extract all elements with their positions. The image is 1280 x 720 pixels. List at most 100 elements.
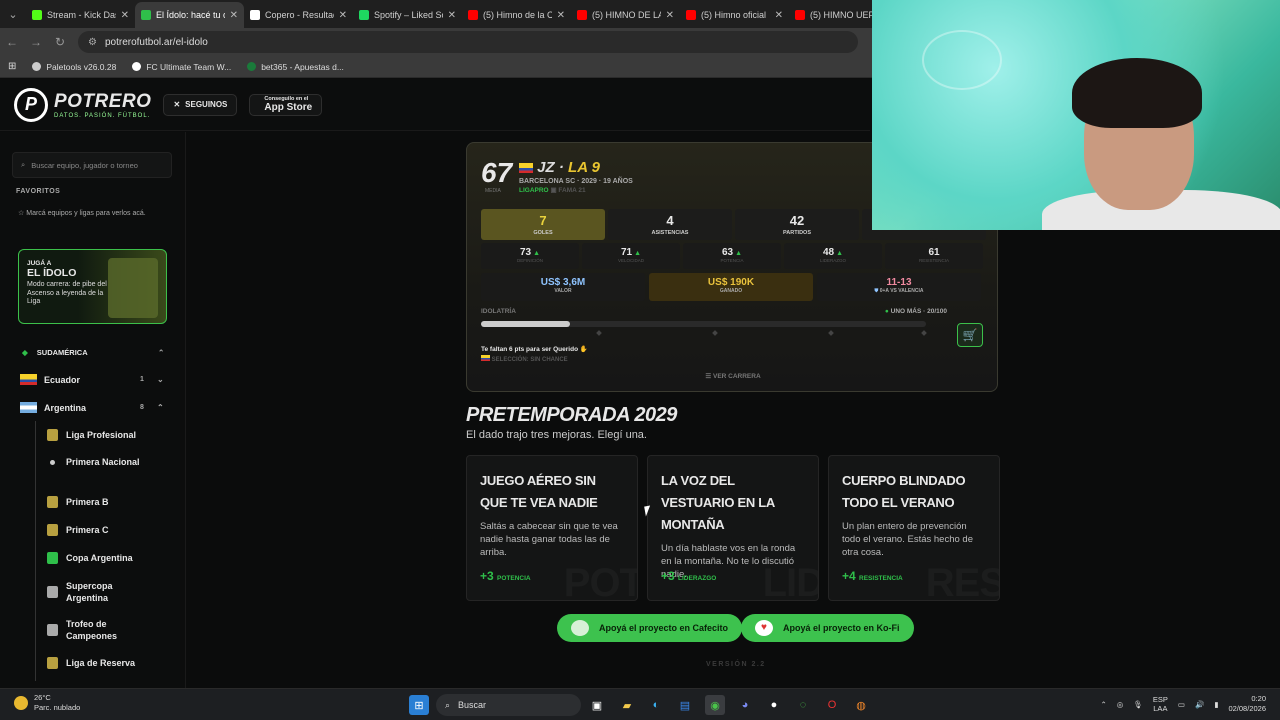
browser-tab[interactable]: (5) Himno de la C ✕ [462,2,571,28]
sidebar-league-item[interactable]: Supercopa Argentina [47,580,146,604]
app-store-button[interactable]: Conseguilo en el App Store [249,93,323,116]
browser-tab[interactable]: Copero - Resultad ✕ [244,2,353,28]
windows-start-icon[interactable]: ⊞ [409,695,429,715]
bonus-value: +4 [842,569,856,583]
country-ecuador[interactable]: Ecuador 1 ⌄ [20,374,164,385]
browser-tab[interactable]: (5) Himno oficial ✕ [680,2,789,28]
stat-box: 4 ASISTENCIAS [608,209,732,240]
reload-icon[interactable]: ↻ [48,35,72,49]
forward-icon[interactable]: → [24,35,48,49]
whatsapp-icon[interactable]: ◌ [793,695,813,715]
opera-icon[interactable]: O [822,695,842,715]
el-idolo-promo[interactable]: JUGÁ A EL ÍDOLO Modo carrera: de pibe de… [18,249,167,324]
league-label: Liga Profesional [66,430,137,440]
close-tab-icon[interactable]: ✕ [339,10,347,21]
sidebar-league-item[interactable]: Liga de Reserva [47,657,146,669]
brand-tagline: DATOS. PASIÓN. FÚTBOL. [54,112,151,119]
obs-icon[interactable]: ● [764,695,784,715]
discord-icon[interactable]: ◕ [735,695,755,715]
attribute-value-row: 61 [885,247,983,258]
attribute-value: 48 [823,247,835,258]
upgrade-card[interactable]: POT JUEGO AÉREO SIN QUE TE VEA NADIE Saltá… [466,455,638,601]
file-explorer-icon[interactable]: ▰ [617,695,637,715]
league-badge-icon [47,524,58,536]
sidebar-league-item[interactable]: Copa Argentina [47,552,146,564]
bookmark-item[interactable]: bet365 - Apuestas d... [247,62,344,72]
country-count: 8 [140,404,144,411]
stat-value: 4 [666,213,674,228]
browser-tab[interactable]: (5) HIMNO DE LA ✕ [571,2,680,28]
taskbar-search[interactable]: ⌕ Buscar [436,694,581,716]
bookmark-item[interactable]: FC Ultimate Team W... [132,62,231,72]
bonus-value: +3 [661,569,675,583]
edge-icon[interactable]: ◐ [646,695,666,715]
league-label: Trofeo de Campeones [66,619,118,641]
view-career-link[interactable]: ☰ VER CARRERA [467,372,999,380]
tray-chevron-icon[interactable]: ⌃ [1100,700,1106,709]
sidebar-league-item[interactable]: Primera C [47,524,146,536]
bookmark-favicon-icon [247,62,257,71]
potrero-logo[interactable]: P POTRERO DATOS. PASIÓN. FÚTBOL. [14,87,151,122]
sidebar-search-input[interactable]: ⌕ Buscar equipo, jugador o torneo [12,152,172,178]
follow-x-button[interactable]: ✕ SEGUINOS [163,93,238,116]
store-icon[interactable]: ▤ [675,695,695,715]
support-kofi-button[interactable]: ♥ Apoyá el proyecto en Ko-Fi [741,614,914,642]
league-badge-icon [47,657,58,669]
firefox-icon[interactable]: ◍ [851,695,871,715]
chrome-icon[interactable]: ◉ [705,695,725,715]
league-badge-icon [47,552,58,564]
browser-tab[interactable]: El Ídolo: hacé tu c ✕ [135,2,244,28]
close-tab-icon[interactable]: ✕ [775,10,783,21]
arrow-up-icon: ▲ [632,250,641,257]
search-icon: ⌕ [445,699,451,710]
url-input[interactable]: ⚙ potrerofutbol.ar/el-idolo [78,31,858,53]
upgrade-card[interactable]: RES CUERPO BLINDADO TODO EL VERANO Un plan… [828,455,1000,601]
upgrade-card[interactable]: LID LA VOZ DEL VESTUARIO EN LA MONTAÑA Un … [647,455,819,601]
language-indicator[interactable]: ESP LAA [1153,695,1168,713]
support-cafecito-button[interactable]: Apoyá el proyecto en Cafecito [557,614,743,642]
last-match-score: 11-13 [886,277,912,288]
sidebar-league-item[interactable]: Liga Profesional [47,429,146,441]
sidebar-league-item[interactable]: Trofeo de Campeones [47,618,146,642]
region-sudamerica[interactable]: ◆ SUDAMÉRICA ⌃ [22,348,164,357]
value-amount: US$ 3,6M [540,277,586,288]
site-info-icon[interactable]: ⚙ [88,37,97,48]
close-tab-icon[interactable]: ✕ [557,10,565,21]
webcam-overlay [872,0,1280,230]
country-name: Ecuador [44,374,81,385]
browser-tab[interactable]: Stream - Kick Das ✕ [26,2,135,28]
tab-search-icon[interactable]: ⌄ [0,0,26,28]
clock-time: 0:20 [1251,694,1266,703]
attribute-box: 63 ▲ POTENCIA [683,243,781,269]
sidebar-league-item[interactable]: Primera Nacional [47,456,146,468]
fame-value: FAMA 21 [558,187,586,194]
stat-label: PARTIDOS [782,230,811,236]
league-label: Copa Argentina [66,553,133,563]
money-row: US$ 3,6M VALOR US$ 190K GANADO 11-13 ⛊ 0+A … [481,273,981,301]
battery-icon[interactable]: ▮ [1214,700,1218,709]
close-tab-icon[interactable]: ✕ [448,10,456,21]
mic-icon[interactable]: 🎙 [1133,700,1143,709]
card-bonus: +4 RESISTENCIA [842,569,903,583]
tab-favicon-icon [141,10,151,20]
volume-icon[interactable]: 🔊 [1195,700,1204,709]
browser-tab[interactable]: Spotify – Liked So ✕ [353,2,462,28]
weather-widget[interactable]: 26°C Parc. nublado [14,693,80,713]
back-icon[interactable]: ← [0,35,24,49]
bookmark-item[interactable]: Paletools v26.0.28 [32,62,116,72]
search-icon: ⌕ [21,160,26,169]
display-icon[interactable]: ▭ [1178,700,1185,709]
tray-app-icon[interactable]: ◎ [1117,700,1124,709]
follow-label: SEGUINOS [185,100,228,109]
country-argentina[interactable]: Argentina 8 ⌃ [20,402,164,413]
favorites-hint: ☆ Marcá equipos y ligas para verlos acá. [18,209,168,218]
sidebar-league-item[interactable]: Primera B [47,496,146,508]
apps-icon[interactable]: ⊞ [8,61,16,72]
shop-cart-button[interactable]: 🛒 [957,323,983,347]
clock[interactable]: 0:20 02/08/2026 [1228,694,1266,714]
webcam-wall-decor [922,30,1002,90]
close-tab-icon[interactable]: ✕ [121,10,129,21]
task-view-icon[interactable]: ▣ [587,695,607,715]
close-tab-icon[interactable]: ✕ [666,10,674,21]
close-tab-icon[interactable]: ✕ [230,10,238,21]
